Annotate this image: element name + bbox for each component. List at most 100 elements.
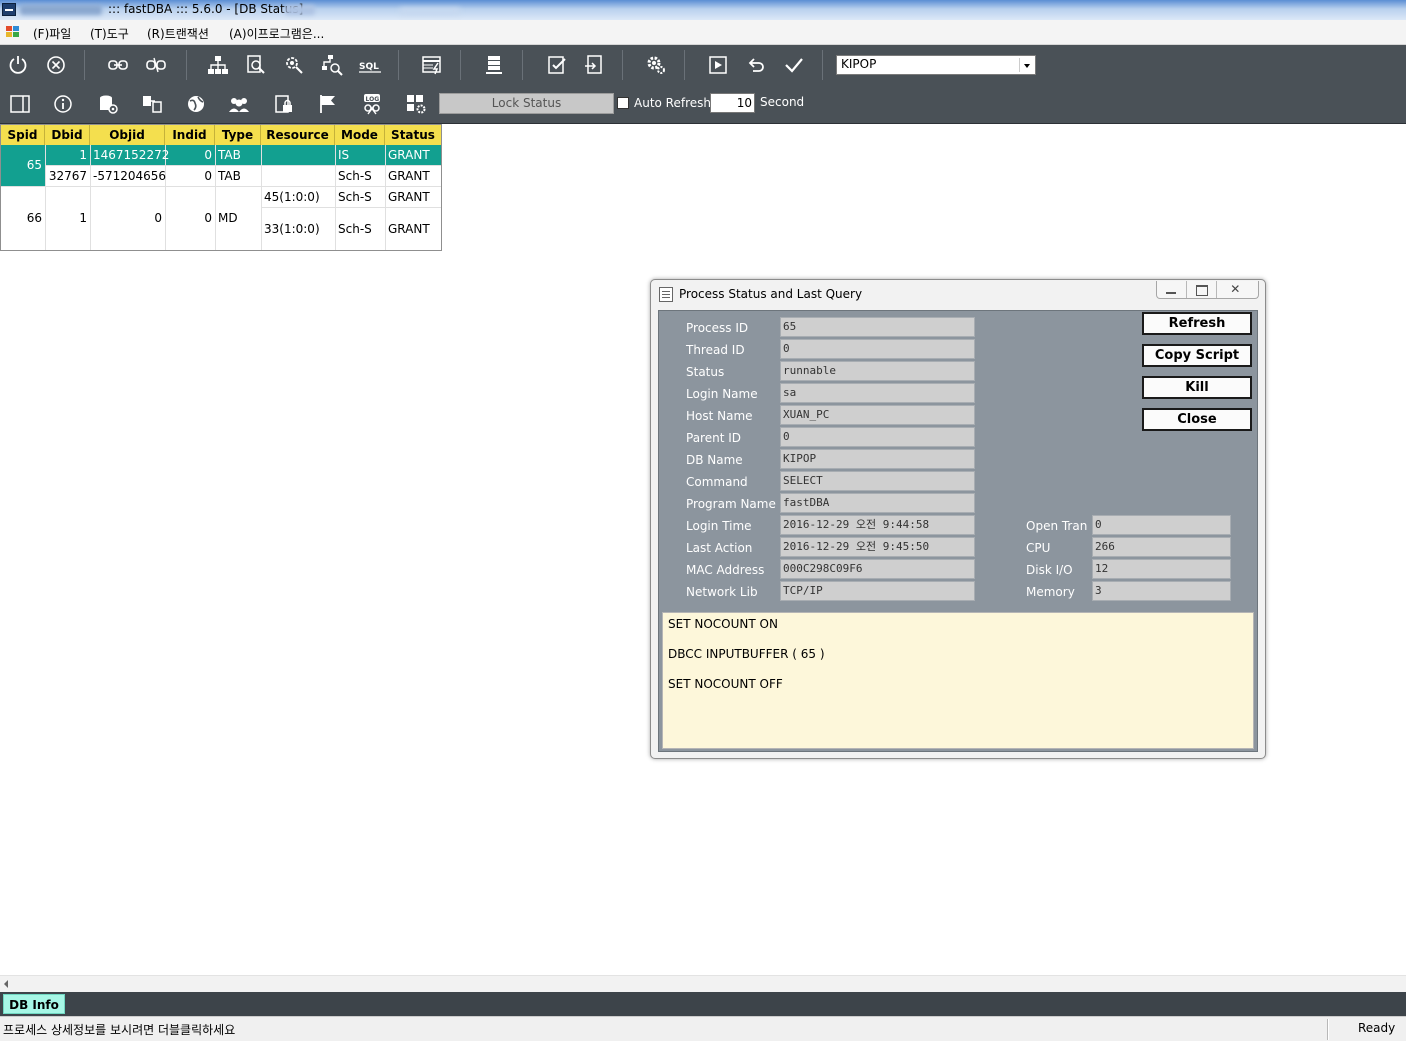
- column-header-spid[interactable]: Spid: [1, 125, 45, 145]
- db-compare-icon[interactable]: [140, 92, 164, 116]
- last-query-textarea[interactable]: SET NOCOUNT ON DBCC INPUTBUFFER ( 65 ) S…: [662, 612, 1254, 749]
- column-header-resource[interactable]: Resource: [261, 125, 335, 145]
- globe-icon[interactable]: [184, 92, 208, 116]
- grid-header: Spid Dbid Objid Indid Type Resource Mode…: [1, 125, 441, 145]
- grid-settings-icon[interactable]: [404, 92, 428, 116]
- unlink-icon[interactable]: [144, 53, 168, 77]
- menu-file[interactable]: (F)파일: [33, 25, 71, 42]
- field-label-command: Command: [686, 475, 748, 489]
- maximize-icon[interactable]: [1187, 281, 1218, 298]
- field-label-disk-io: Disk I/O: [1026, 563, 1073, 577]
- svg-text:LOG: LOG: [366, 96, 380, 103]
- mdi-window-icon[interactable]: [6, 26, 20, 38]
- log-icon[interactable]: LOG: [360, 92, 384, 116]
- field-label-cpu: CPU: [1026, 541, 1051, 555]
- column-header-indid[interactable]: Indid: [165, 125, 215, 145]
- tree-search-icon[interactable]: [320, 53, 344, 77]
- power-icon[interactable]: [6, 53, 30, 77]
- sql-icon[interactable]: SQL: [358, 53, 382, 77]
- field-open-tran[interactable]: 0: [1092, 515, 1231, 535]
- redacted-text: [400, 8, 460, 14]
- field-login-name[interactable]: sa: [780, 383, 975, 403]
- column-header-objid[interactable]: Objid: [90, 125, 165, 145]
- gear-icon[interactable]: [644, 53, 668, 77]
- status-cell: GRANT: [388, 148, 430, 162]
- column-header-mode[interactable]: Mode: [335, 125, 385, 145]
- scroll-left-icon[interactable]: [4, 980, 8, 988]
- kill-button[interactable]: Kill: [1142, 376, 1252, 399]
- auto-refresh-toggle[interactable]: Auto Refresh: [617, 96, 711, 110]
- field-label-login-time: Login Time: [686, 519, 752, 533]
- close-icon[interactable]: [1217, 281, 1258, 298]
- status-divider: [1327, 1019, 1329, 1040]
- field-label-thread-id: Thread ID: [686, 343, 745, 357]
- refresh-button[interactable]: Refresh: [1142, 312, 1252, 335]
- table-lightning-icon[interactable]: [420, 53, 444, 77]
- field-label-host-name: Host Name: [686, 409, 753, 423]
- checklist-icon[interactable]: [545, 53, 569, 77]
- play-icon[interactable]: [706, 53, 730, 77]
- field-label-last-action: Last Action: [686, 541, 753, 555]
- users-icon[interactable]: [227, 92, 251, 116]
- panel-icon[interactable]: [8, 92, 32, 116]
- field-program-name[interactable]: fastDBA: [780, 493, 975, 513]
- field-mac-address[interactable]: 000C298C09F6: [780, 559, 975, 579]
- lock-grid[interactable]: Spid Dbid Objid Indid Type Resource Mode…: [0, 124, 442, 251]
- field-status[interactable]: runnable: [780, 361, 975, 381]
- field-parent-id[interactable]: 0: [780, 427, 975, 447]
- status-bar: 프로세스 상세정보를 보시려면 더블클릭하세요 Ready: [0, 1016, 1406, 1041]
- bottom-tab-strip: DB Info: [0, 992, 1406, 1016]
- chevron-down-icon[interactable]: [1019, 58, 1033, 72]
- lock-status-button[interactable]: Lock Status: [439, 93, 614, 114]
- export-icon[interactable]: [582, 53, 606, 77]
- cancel-icon[interactable]: [44, 53, 68, 77]
- horizontal-scrollbar[interactable]: [0, 975, 1406, 992]
- field-thread-id[interactable]: 0: [780, 339, 975, 359]
- objid-cell: 0: [154, 211, 162, 225]
- type-cell: TAB: [218, 169, 241, 183]
- search-doc-icon[interactable]: [244, 53, 268, 77]
- field-disk-io[interactable]: 12: [1092, 559, 1231, 579]
- column-header-type[interactable]: Type: [215, 125, 261, 145]
- mode-cell: Sch-S: [338, 222, 372, 236]
- spid-cell[interactable]: 65: [1, 155, 45, 175]
- column-header-dbid[interactable]: Dbid: [45, 125, 90, 145]
- app-icon: [2, 3, 16, 16]
- column-header-status[interactable]: Status: [385, 125, 441, 145]
- flag-icon[interactable]: [316, 92, 340, 116]
- undo-icon[interactable]: [744, 53, 768, 77]
- field-host-name[interactable]: XUAN_PC: [780, 405, 975, 425]
- field-process-id[interactable]: 65: [780, 317, 975, 337]
- minimize-icon[interactable]: [1157, 281, 1188, 298]
- process-status-dialog[interactable]: Process Status and Last Query Process ID…: [650, 279, 1266, 759]
- refresh-seconds-input[interactable]: 10: [710, 93, 755, 113]
- menu-tools[interactable]: (T)도구: [90, 25, 129, 42]
- copy-script-button[interactable]: Copy Script: [1142, 344, 1252, 367]
- close-button[interactable]: Close: [1142, 408, 1252, 431]
- check-icon[interactable]: [782, 53, 806, 77]
- database-select-value: KIPOP: [841, 57, 877, 71]
- link-icon[interactable]: [106, 53, 130, 77]
- menu-bar: (F)파일 (T)도구 (R)트랜잭션 (A)이프로그램은...: [0, 20, 1406, 45]
- menu-transaction[interactable]: (R)트랜잭션: [147, 25, 209, 42]
- field-db-name[interactable]: KIPOP: [780, 449, 975, 469]
- field-label-login-name: Login Name: [686, 387, 758, 401]
- tab-db-info[interactable]: DB Info: [3, 994, 65, 1014]
- db-gear-icon[interactable]: [96, 92, 120, 116]
- server-icon[interactable]: [482, 53, 506, 77]
- field-last-action[interactable]: 2016-12-29 오전 9:45:50: [780, 537, 975, 557]
- lock-doc-icon[interactable]: [272, 92, 296, 116]
- field-cpu[interactable]: 266: [1092, 537, 1231, 557]
- database-select[interactable]: KIPOP: [836, 55, 1036, 75]
- settings-search-icon[interactable]: [282, 53, 306, 77]
- auto-refresh-checkbox[interactable]: [617, 97, 629, 109]
- field-network-lib[interactable]: TCP/IP: [780, 581, 975, 601]
- query-line: DBCC INPUTBUFFER ( 65 ): [668, 647, 825, 661]
- hierarchy-icon[interactable]: [206, 53, 230, 77]
- info-icon[interactable]: [51, 92, 75, 116]
- field-login-time[interactable]: 2016-12-29 오전 9:44:58: [780, 515, 975, 535]
- field-memory[interactable]: 3: [1092, 581, 1231, 601]
- field-label-process-id: Process ID: [686, 321, 749, 335]
- menu-about[interactable]: (A)이프로그램은...: [229, 25, 324, 42]
- field-command[interactable]: SELECT: [780, 471, 975, 491]
